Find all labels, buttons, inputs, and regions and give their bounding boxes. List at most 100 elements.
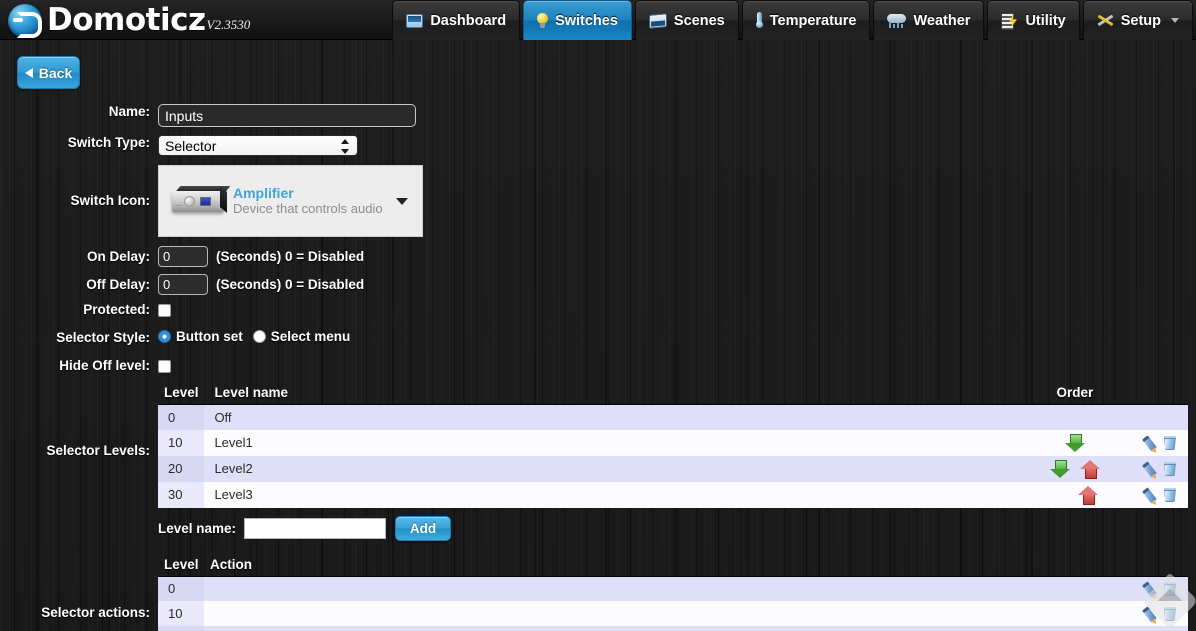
table-row[interactable]: 20	[158, 626, 1188, 631]
select-spinner-icon	[341, 139, 350, 154]
cell-action	[204, 626, 1128, 631]
protected-label: Protected:	[83, 302, 150, 317]
selector-style-radio-select-menu[interactable]	[252, 330, 266, 344]
col-actions	[1128, 554, 1188, 577]
switch-icon-picker[interactable]: Amplifier Device that controls audio	[158, 165, 423, 237]
form-row-hide-off-level: Hide Off level:	[0, 358, 1196, 374]
protected-checkbox[interactable]	[158, 304, 171, 318]
move-up-icon[interactable]	[1079, 459, 1100, 479]
nav-tab-setup[interactable]: Setup	[1082, 0, 1193, 40]
move-down-icon[interactable]	[1050, 459, 1071, 478]
cell-actions	[1128, 626, 1188, 631]
rain-cloud-icon	[887, 13, 907, 28]
cell-order	[1022, 429, 1128, 456]
table-row[interactable]: 10	[158, 601, 1188, 627]
table-header-row: Level Level name Order	[158, 383, 1188, 406]
col-level-name: Level name	[204, 383, 1023, 406]
cell-order	[1022, 455, 1128, 482]
cell-order	[1022, 404, 1128, 430]
cell-level: 0	[158, 404, 205, 430]
move-up-icon[interactable]	[1077, 485, 1098, 505]
nav-tab-utility-label: Utility	[1025, 12, 1066, 29]
on-delay-label: On Delay:	[86, 249, 150, 264]
table-header-row: Level Action	[158, 554, 1188, 577]
nav-tab-switches[interactable]: Switches	[523, 0, 632, 40]
col-level: Level	[158, 554, 204, 577]
off-delay-help: (Seconds) 0 = Disabled	[216, 277, 365, 292]
col-actions	[1127, 383, 1188, 406]
delete-icon[interactable]	[1164, 436, 1176, 451]
lightbulb-icon	[537, 12, 549, 29]
switch-icon-subtitle: Device that controls audio	[233, 200, 383, 216]
brand-logo[interactable]: Domoticz V2.3530	[8, 0, 250, 40]
col-order: Order	[1022, 383, 1128, 406]
selector-style-select-menu-label: Select menu	[270, 329, 351, 345]
nav-tab-weather-label: Weather	[913, 12, 971, 29]
cell-level: 20	[158, 626, 204, 631]
domoticz-orb-icon	[8, 4, 42, 38]
cell-level: 30	[158, 481, 205, 508]
nav-tab-scenes-label: Scenes	[673, 12, 725, 29]
switch-icon-label: Switch Icon:	[70, 193, 150, 208]
back-button-label: Back	[38, 64, 73, 81]
cell-level: 10	[158, 601, 204, 627]
edit-icon[interactable]	[1142, 435, 1158, 452]
off-delay-input[interactable]	[158, 274, 208, 295]
cell-action	[204, 601, 1128, 627]
move-down-icon[interactable]	[1064, 433, 1085, 452]
name-input[interactable]	[158, 104, 416, 127]
table-row[interactable]: 0	[158, 576, 1188, 602]
delete-icon[interactable]	[1164, 488, 1176, 503]
cell-order	[1022, 481, 1128, 508]
cell-level-name: Level3	[204, 481, 1023, 508]
chevron-down-icon	[1171, 18, 1179, 23]
add-level-input[interactable]	[244, 517, 387, 539]
nav-tab-dashboard[interactable]: Dashboard	[392, 0, 521, 40]
top-bar: Domoticz V2.3530 Dashboard Switches Scen…	[0, 0, 1196, 40]
on-delay-input[interactable]	[158, 246, 208, 267]
amplifier-icon	[169, 185, 231, 218]
nav-tab-scenes[interactable]: Scenes	[634, 0, 739, 40]
form-row-on-delay: On Delay: (Seconds) 0 = Disabled	[0, 246, 1196, 267]
form-row-selector-actions: Selector actions: Level Action 0 10	[0, 554, 1196, 631]
table-row[interactable]: 0 Off	[158, 404, 1188, 430]
cell-level: 0	[158, 576, 204, 602]
table-row[interactable]: 20 Level2	[158, 455, 1188, 482]
switch-type-value: Selector	[165, 137, 217, 154]
selector-levels-label: Selector Levels:	[46, 443, 150, 459]
edit-icon[interactable]	[1142, 487, 1158, 504]
cell-actions	[1127, 404, 1188, 430]
table-row[interactable]: 10 Level1	[158, 429, 1188, 456]
col-action: Action	[204, 554, 1128, 577]
add-level-row: Level name: Add	[158, 515, 1196, 541]
form-row-switch-icon: Switch Icon: Amplifier Device that contr…	[0, 165, 1196, 237]
dashboard-icon	[406, 13, 424, 28]
nav-tab-temperature[interactable]: Temperature	[741, 0, 871, 40]
form-row-selector-style: Selector Style: Button set Select menu	[0, 329, 1196, 345]
hide-off-level-label: Hide Off level:	[59, 358, 150, 374]
name-label: Name:	[108, 104, 150, 119]
switch-icon-title: Amplifier	[233, 185, 294, 202]
on-delay-help: (Seconds) 0 = Disabled	[216, 249, 365, 264]
nav-tab-utility[interactable]: Utility	[987, 0, 1080, 40]
hide-off-level-checkbox[interactable]	[158, 360, 171, 374]
switch-type-select[interactable]: Selector	[158, 135, 358, 156]
edit-icon[interactable]	[1142, 461, 1158, 478]
cell-action	[204, 576, 1128, 602]
delete-icon[interactable]	[1164, 462, 1176, 477]
back-button[interactable]: Back	[17, 56, 80, 89]
add-level-button[interactable]: Add	[395, 515, 452, 541]
selector-actions-table: Level Action 0 10	[158, 554, 1188, 631]
arrow-left-icon	[24, 67, 33, 78]
switch-edit-form: Name: Switch Type: Selector Switch Icon:	[0, 104, 1196, 631]
cell-level-name: Level2	[204, 455, 1023, 482]
thermometer-icon	[755, 12, 763, 29]
utility-icon	[1001, 12, 1018, 30]
nav-tab-weather[interactable]: Weather	[873, 0, 985, 40]
cell-level-name: Level1	[204, 429, 1023, 456]
col-level: Level	[158, 383, 205, 406]
selector-style-radio-button-set[interactable]	[158, 330, 171, 344]
nav-tab-temperature-label: Temperature	[769, 12, 857, 29]
brand-version: V2.3530	[206, 17, 251, 32]
table-row[interactable]: 30 Level3	[158, 481, 1188, 508]
